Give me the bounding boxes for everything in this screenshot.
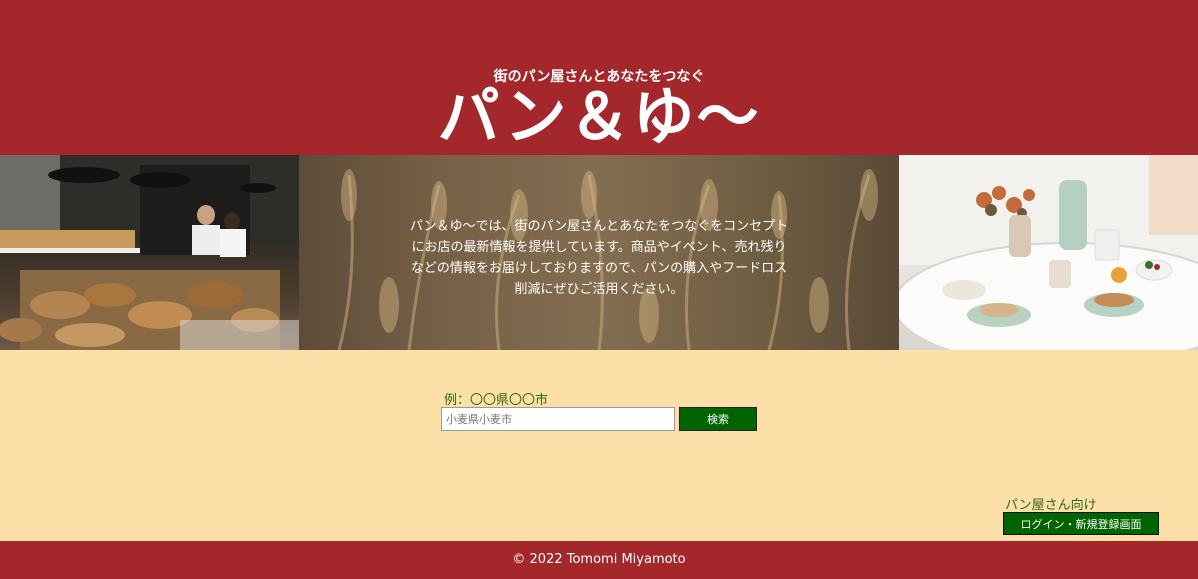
breakfast-table-photo (899, 155, 1198, 350)
search-hint: 例：〇〇県〇〇市 (444, 393, 549, 408)
search-input[interactable] (441, 407, 675, 431)
login-register-button[interactable]: ログイン・新規登録画面 (1003, 512, 1159, 535)
site-title: パン＆ゆ～ (437, 80, 761, 153)
site-header: 街のパン屋さんとあなたをつなぐ パン＆ゆ～ (0, 0, 1198, 155)
search-button[interactable]: 検索 (679, 407, 757, 431)
bakery-shop-photo (0, 155, 299, 350)
site-footer: © 2022 Tomomi Miyamoto (0, 541, 1198, 579)
bakery-section-label: パン屋さん向け (1005, 498, 1097, 513)
copyright-text: © 2022 Tomomi Miyamoto (512, 552, 686, 567)
hero-banner: パン＆ゆ～では、街のパン屋さんとあなたをつなぐをコンセプトにお店の最新情報を提供… (0, 155, 1198, 350)
hero-description: パン＆ゆ～では、街のパン屋さんとあなたをつなぐをコンセプトにお店の最新情報を提供… (409, 219, 789, 297)
